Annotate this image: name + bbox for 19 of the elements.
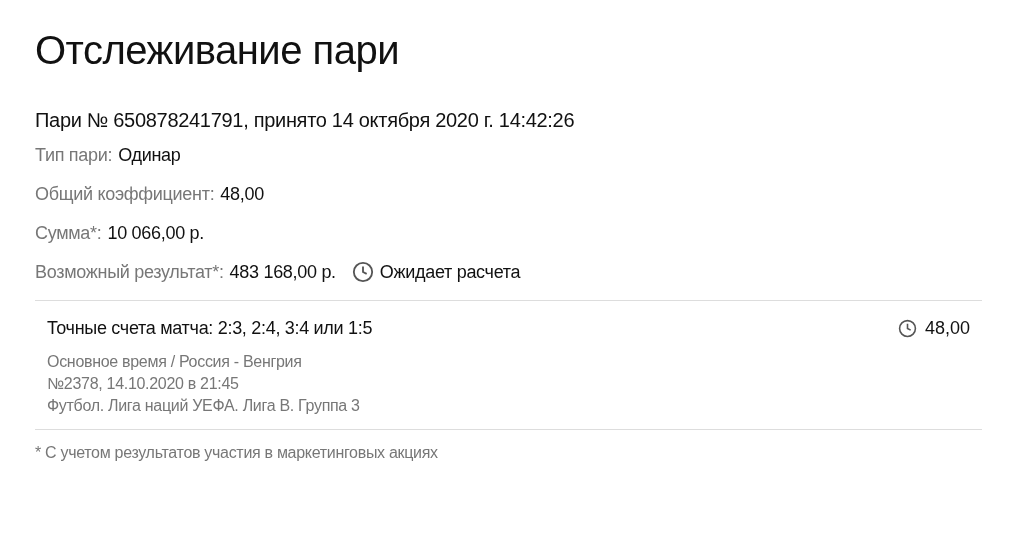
outcome-text: Точные счета матча: 2:3, 2:4, 3:4 или 1:5 [47,317,373,340]
detail-value: 483 168,00 р. [229,261,336,284]
odds-value: 48,00 [924,317,970,340]
page-title: Отслеживание пари [35,27,400,74]
bet-header: Пари № 650878241791, принято 14 октября 2020 г. 14:42:26 [35,108,575,133]
event-info: Футбол. Лига наций УЕФА. Лига B. Группа 3 [47,396,360,416]
detail-label: Тип пари: [35,144,113,167]
clock-icon [351,261,374,283]
detail-value: Одинар [118,144,181,167]
detail-label: Сумма*: [35,222,102,245]
status-text: Ожидает расчета [379,261,521,284]
detail-label: Общий коэффициент: [35,183,215,206]
event-info: Основное время / Россия - Венгрия [47,352,302,372]
detail-value: 10 066,00 р. [107,222,204,245]
event-info: №2378, 14.10.2020 в 21:45 [47,374,239,394]
detail-label: Возможный результат*: [35,261,224,284]
detail-value: 48,00 [220,183,264,206]
clock-icon [897,318,917,338]
footnote: * С учетом результатов участия в маркетинговых акциях [35,443,438,463]
